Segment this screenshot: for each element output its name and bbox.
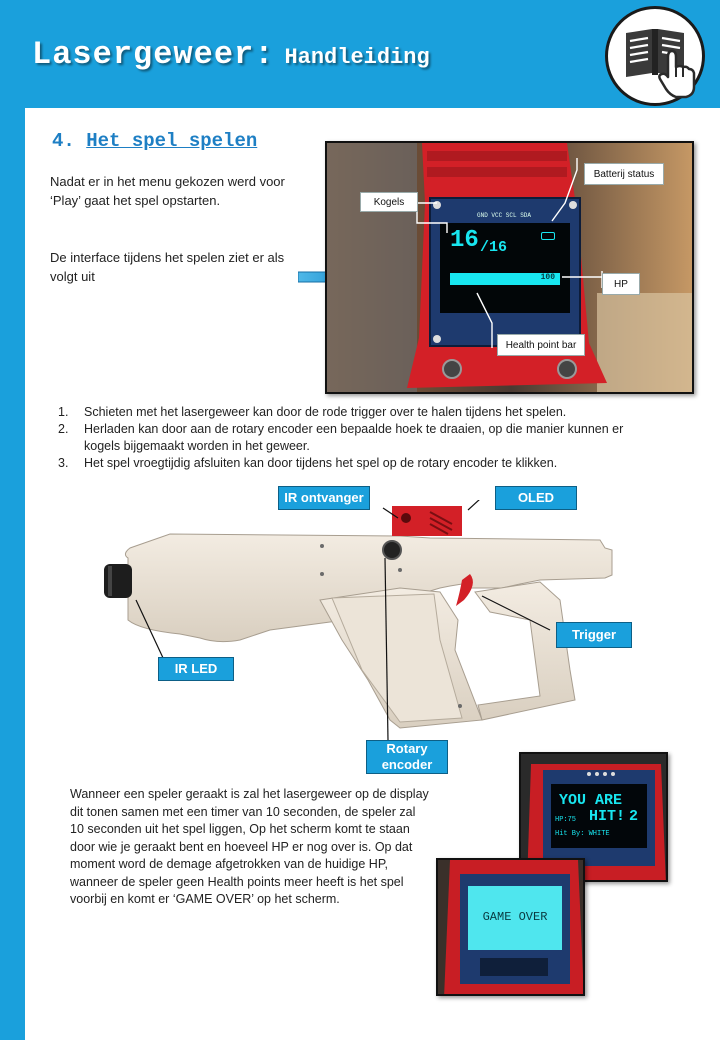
title-main: Lasergeweer: — [32, 36, 275, 73]
list-item-number: 1. — [58, 405, 69, 419]
laser-gun-photo — [104, 500, 613, 740]
header-bar: Lasergeweer: Handleiding — [0, 0, 720, 108]
game-over-text: GAME OVER — [482, 910, 548, 924]
list-item-text: Herladen kan door aan de rotary encoder … — [84, 422, 624, 453]
label-oled: OLED — [495, 486, 577, 510]
label-trigger: Trigger — [556, 622, 632, 648]
hit-screen-line1: YOU ARE — [559, 792, 623, 809]
section-title: Het spel spelen — [86, 130, 258, 152]
document-title: Lasergeweer: Handleiding — [32, 36, 430, 73]
game-over-photo: GAME OVER — [436, 858, 585, 996]
oled-interface-photo: GND VCC SCL SDA 16 /16 100 Kogels Batter… — [325, 141, 694, 394]
label-ir-ontvanger: IR ontvanger — [278, 486, 370, 510]
label-rotary-line1: Rotary — [386, 741, 428, 756]
callout-health-point-bar: Health point bar — [497, 334, 585, 356]
hit-screen-by: Hit By: WHITE — [555, 830, 610, 838]
label-rotary-encoder: Rotary encoder — [366, 740, 448, 774]
title-sub: Handleiding — [284, 45, 430, 70]
label-ir-led: IR LED — [158, 657, 234, 681]
list-item-number: 2. — [58, 422, 69, 436]
list-item-number: 3. — [58, 456, 69, 470]
list-item: 1. Schieten met het lasergeweer kan door … — [58, 404, 638, 421]
instruction-list: 1. Schieten met het lasergeweer kan door … — [58, 404, 638, 472]
callout-batterij-status: Batterij status — [584, 163, 664, 185]
intro-paragraph-2: De interface tijdens het spelen ziet er … — [50, 250, 285, 284]
list-item: 3. Het spel vroegtijdig afsluiten kan doo… — [58, 455, 638, 472]
list-item-text: Schieten met het lasergeweer kan door de… — [84, 405, 567, 419]
hit-paragraph: Wanneer een speler geraakt is zal het la… — [70, 787, 429, 906]
hit-screen-hp: HP:75 — [555, 816, 577, 824]
intro-paragraph-1: Nadat er in het menu gekozen werd voor ‘… — [50, 174, 285, 208]
hit-screen-timer: 2 — [629, 808, 639, 825]
list-item-text: Het spel vroegtijdig afsluiten kan door … — [84, 456, 558, 470]
section-number: 4. — [52, 130, 75, 152]
label-rotary-line2: encoder — [381, 757, 433, 772]
callout-hp: HP — [602, 273, 640, 295]
manual-book-touch-icon — [605, 6, 705, 106]
hit-screen-line2: HIT! — [589, 808, 626, 825]
list-item: 2. Herladen kan door aan de rotary encode… — [58, 421, 638, 455]
callout-kogels: Kogels — [360, 192, 418, 212]
section-heading: 4. Het spel spelen — [52, 130, 257, 152]
